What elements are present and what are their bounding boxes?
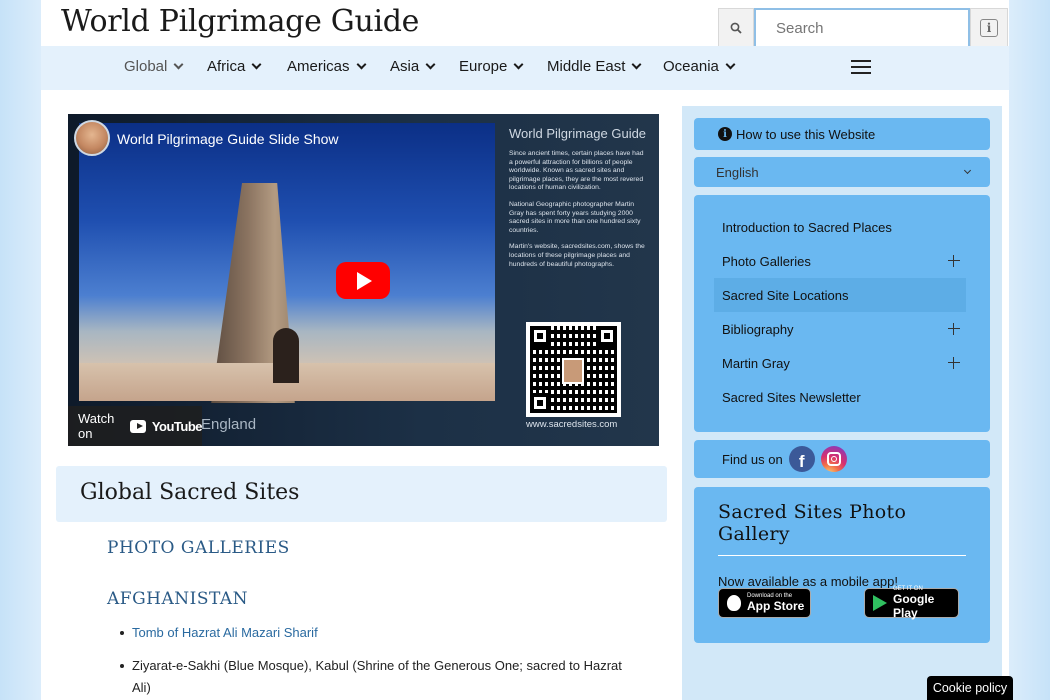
nav-label: Americas [287,58,350,75]
gallery-app-promo: Sacred Sites Photo Gallery Now available… [694,487,990,643]
nav-item-americas[interactable]: Americas [287,58,366,75]
info-circle-icon: i [718,127,732,141]
language-select[interactable]: English [694,157,990,187]
sidebar-item-label: Martin Gray [722,355,790,371]
nav-item-global[interactable]: Global [124,58,184,75]
play-button[interactable] [336,262,390,299]
page: World Pilgrimage Guide i Global Africa A… [41,0,1009,700]
site-list: Tomb of Hazrat Ali Mazari Sharif Ziyarat… [120,622,632,700]
search-input[interactable] [754,8,970,48]
chevron-down-icon [173,59,184,70]
google-play-label: Google Play [893,592,935,620]
country-heading: AFGHANISTAN [107,589,249,609]
qr-url: www.sacredsites.com [526,419,618,430]
app-store-label: App Store [747,599,805,613]
video-title[interactable]: World Pilgrimage Guide Slide Show [117,131,339,147]
sidebar-item-label: Sacred Sites Newsletter [722,389,861,405]
how-to-button[interactable]: i How to use this Website [694,118,990,150]
sidebar-item-sacred-site-locations[interactable]: Sacred Site Locations [714,278,966,312]
chevron-down-icon [251,59,262,70]
nav-label: Global [124,58,168,75]
qr-corner [597,326,617,346]
nav-label: Middle East [547,58,626,75]
qr-corner [530,326,550,346]
apple-icon [727,595,741,611]
header: World Pilgrimage Guide i [41,0,1009,48]
info-button[interactable]: i [970,8,1008,48]
nav-item-oceania[interactable]: Oceania [663,58,736,75]
app-store-button[interactable]: Download on the App Store [718,588,811,618]
qr-code [526,322,621,417]
cookie-policy-button[interactable]: Cookie policy [927,676,1013,700]
sidebar: i How to use this Website English Introd… [682,106,1002,700]
slide-paragraph: Since ancient times, certain places have… [509,150,644,192]
chevron-down-icon [963,166,972,175]
chevron-down-icon [725,59,736,70]
nav-item-middle-east[interactable]: Middle East [547,58,642,75]
chevron-down-icon [425,59,436,70]
sidebar-item-newsletter[interactable]: Sacred Sites Newsletter [714,380,966,414]
slide-text: Since ancient times, certain places have… [509,150,649,277]
watch-on-label: Watch on [78,411,115,441]
nav-label: Africa [207,58,246,75]
nav-label: Europe [459,58,508,75]
list-item[interactable]: Tomb of Hazrat Ali Mazari Sharif [120,622,632,644]
find-us-label: Find us on [722,451,783,467]
sidebar-item-label: Introduction to Sacred Places [722,219,892,235]
search-button[interactable] [718,8,754,48]
sidebar-item-martin-gray[interactable]: Martin Gray [714,346,966,380]
slide-paragraph: National Geographic photographer Martin … [509,200,641,234]
youtube-icon [130,419,146,433]
facebook-icon[interactable]: f [788,446,815,472]
search-icon [730,22,742,34]
youtube-label: YouTube [151,418,203,434]
chevron-down-icon [356,59,366,70]
gallery-title: Sacred Sites Photo Gallery [718,501,966,556]
chevron-down-icon [631,59,642,70]
google-play-button[interactable]: GET IT ON Google Play [864,586,959,620]
site-title[interactable]: World Pilgrimage Guide [61,4,419,39]
video-caption: England [201,416,257,433]
sidebar-item-bibliography[interactable]: Bibliography [714,312,966,346]
sidebar-item-label: Photo Galleries [722,253,811,269]
google-play-icon [873,595,887,611]
sidebar-item-introduction[interactable]: Introduction to Sacred Places [714,210,966,244]
qr-corner [530,393,550,413]
main-nav: Global Africa Americas Asia Europe Middl… [41,46,1009,90]
hamburger-menu-icon[interactable] [851,60,871,74]
sidebar-menu: Introduction to Sacred Places Photo Gall… [694,195,990,432]
how-to-label: How to use this Website [736,126,876,142]
list-item: Ziyarat-e-Sakhi (Blue Mosque), Kabul (Sh… [120,655,632,699]
plus-icon[interactable] [948,255,960,267]
nav-item-asia[interactable]: Asia [390,58,436,75]
qr-photo [562,358,584,384]
sidebar-item-photo-galleries[interactable]: Photo Galleries [714,244,966,278]
instagram-icon[interactable] [820,446,847,472]
section-title: Global Sacred Sites [56,466,667,522]
channel-avatar[interactable] [74,120,110,156]
nav-item-europe[interactable]: Europe [459,58,524,75]
tower-door [273,328,299,383]
nav-item-africa[interactable]: Africa [207,58,262,75]
find-us: Find us on f [694,440,990,478]
video-thumbnail [79,123,495,403]
nav-label: Oceania [663,58,719,75]
slide-title: World Pilgrimage Guide [509,126,647,141]
chevron-down-icon [513,59,524,70]
search-bar: i [718,8,1008,48]
plus-icon[interactable] [948,357,960,369]
sidebar-item-label: Sacred Site Locations [722,287,849,303]
info-icon: i [980,19,998,37]
sidebar-item-label: Bibliography [722,321,794,337]
slide-paragraph: Martin's website, sacredsites.com, shows… [509,243,645,268]
video-embed[interactable]: World Pilgrimage Guide Slide Show World … [68,114,659,446]
plus-icon[interactable] [948,323,960,335]
photo-galleries-heading[interactable]: PHOTO GALLERIES [107,538,290,558]
language-value: English [716,164,759,180]
nav-label: Asia [390,58,420,75]
watch-on-youtube-button[interactable]: Watch on YouTube [68,406,203,446]
